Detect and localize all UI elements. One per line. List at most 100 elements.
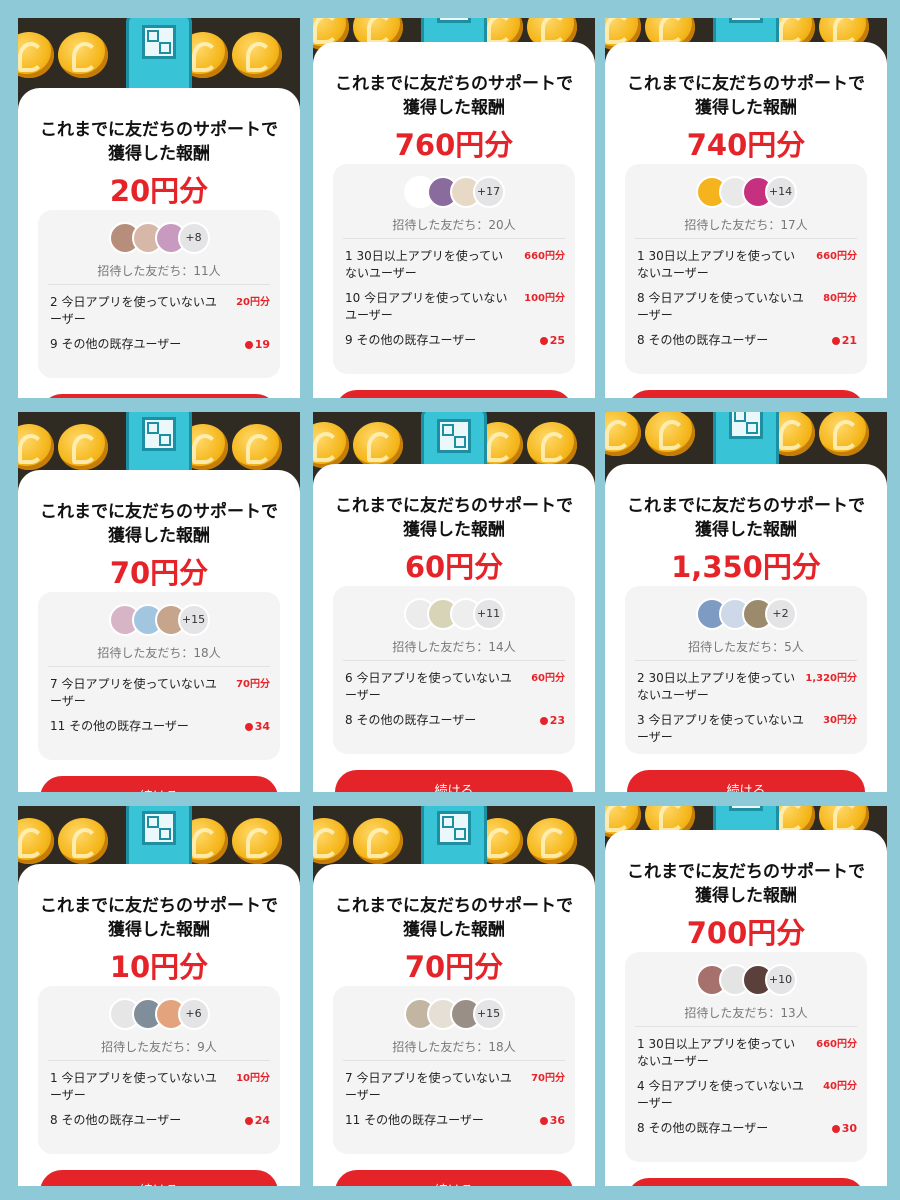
reward-screen-8: これまでに友だちのサポートで獲得した報酬 70円分 +15 招待した友だち：18人 7 … — [313, 806, 595, 1186]
reward-screen-9: これまでに友だちのサポートで獲得した報酬 700円分 +10 招待した友だち：13人 1… — [605, 806, 887, 1186]
reward-row: 1 30日以上アプリを使っていないユーザー 660円分 — [637, 248, 857, 282]
reward-row-label: 3 今日アプリを使っていないユーザー — [637, 713, 804, 744]
reward-row-value: 660円分 — [816, 251, 857, 262]
reward-amount: 60円分 — [404, 550, 504, 584]
continue-button[interactable]: 続ける — [627, 770, 865, 792]
reward-row: 2 30日以上アプリを使っていないユーザー 1,320円分 — [637, 670, 857, 704]
reward-row-value: 660円分 — [816, 1039, 857, 1050]
reward-row-label: 1 30日以上アプリを使っていないユーザー — [345, 249, 504, 280]
more-friends-badge: +10 — [764, 964, 797, 996]
reward-amount: 700円分 — [686, 916, 806, 950]
friend-avatars: +14 — [625, 176, 867, 208]
reward-screen-7: これまでに友だちのサポートで獲得した報酬 10円分 +6 招待した友だち：9人 1 今日… — [18, 806, 300, 1186]
qr-code-icon — [142, 25, 176, 59]
divider — [343, 660, 565, 661]
continue-button[interactable]: 続ける — [627, 390, 865, 398]
coin-icon — [527, 422, 577, 468]
reward-row-label: 11 その他の既存ユーザー — [345, 1113, 484, 1127]
reward-row: 8 その他の既存ユーザー 21 — [637, 332, 857, 349]
reward-title: これまでに友だちのサポートで獲得した報酬 — [335, 896, 573, 940]
continue-button[interactable]: 続ける — [627, 1178, 865, 1186]
divider — [48, 1060, 270, 1061]
more-friends-badge: +8 — [177, 222, 210, 254]
points-value: 21 — [832, 332, 857, 349]
divider — [635, 238, 857, 239]
points-value: 36 — [540, 1112, 565, 1129]
reward-row-value: 60円分 — [531, 673, 565, 684]
friend-avatars: +15 — [38, 604, 280, 636]
continue-button[interactable]: 続ける — [335, 390, 573, 398]
points-value: 19 — [245, 336, 270, 353]
friend-avatars: +10 — [625, 964, 867, 996]
reward-card: これまでに友だちのサポートで獲得した報酬 700円分 +10 招待した友だち：13人 1… — [605, 830, 887, 1186]
reward-row: 7 今日アプリを使っていないユーザー 70円分 — [345, 1070, 565, 1104]
coin-icon — [18, 424, 54, 470]
qr-code-icon — [437, 18, 471, 23]
friend-avatars: +8 — [38, 222, 280, 254]
invited-count: 招待した友だち：13人 — [684, 1006, 808, 1020]
more-friends-badge: +15 — [177, 604, 210, 636]
divider — [343, 238, 565, 239]
qr-code-icon — [437, 811, 471, 845]
reward-amount: 760円分 — [394, 128, 514, 162]
breakdown-panel: +14 招待した友だち：17人 1 30日以上アプリを使っていないユーザー 660円分… — [625, 164, 867, 374]
divider — [635, 1026, 857, 1027]
coin-icon — [353, 422, 403, 468]
qr-code-icon — [437, 419, 471, 453]
more-friends-badge: +15 — [472, 998, 505, 1030]
continue-button[interactable]: 続ける — [335, 770, 573, 792]
reward-card: これまでに友だちのサポートで獲得した報酬 740円分 +14 招待した友だち：17人 1… — [605, 42, 887, 398]
reward-title: これまでに友だちのサポートで獲得した報酬 — [335, 496, 573, 540]
reward-title: これまでに友だちのサポートで獲得した報酬 — [40, 896, 278, 940]
coin-icon — [18, 32, 54, 78]
reward-title: これまでに友だちのサポートで獲得した報酬 — [627, 862, 865, 906]
qr-code-icon — [729, 806, 763, 811]
breakdown-panel: +11 招待した友だち：14人 6 今日アプリを使っていないユーザー 60円分 8 その… — [333, 586, 575, 754]
reward-row: 2 今日アプリを使っていないユーザー 20円分 — [50, 294, 270, 328]
reward-title: これまでに友だちのサポートで獲得した報酬 — [627, 74, 865, 118]
reward-row-value: 40円分 — [823, 1081, 857, 1092]
reward-screen-1: これまでに友だちのサポートで獲得した報酬 20円分 +8 招待した友だち：11人 2 今… — [18, 18, 300, 398]
continue-button[interactable]: 続ける — [335, 1170, 573, 1186]
reward-row-label: 7 今日アプリを使っていないユーザー — [345, 1071, 512, 1102]
reward-row-value: 660円分 — [524, 251, 565, 262]
reward-row-value: 80円分 — [823, 293, 857, 304]
divider — [635, 660, 857, 661]
coin-icon — [645, 412, 695, 456]
friend-avatars: +6 — [38, 998, 280, 1030]
reward-card: これまでに友だちのサポートで獲得した報酬 60円分 +11 招待した友だち：14人 6 … — [313, 464, 595, 792]
invited-count: 招待した友だち：18人 — [392, 1040, 516, 1054]
reward-row-label: 8 その他の既存ユーザー — [637, 1121, 769, 1135]
breakdown-panel: +17 招待した友だち：20人 1 30日以上アプリを使っていないユーザー 660円分… — [333, 164, 575, 374]
reward-title: これまでに友だちのサポートで獲得した報酬 — [40, 120, 278, 164]
reward-row-label: 9 その他の既存ユーザー — [50, 337, 182, 351]
coin-icon — [58, 32, 108, 78]
invited-count: 招待した友だち：18人 — [97, 646, 221, 660]
reward-row-label: 8 今日アプリを使っていないユーザー — [637, 291, 804, 322]
coin-icon — [58, 424, 108, 470]
coin-icon — [353, 818, 403, 864]
reward-screen-2: これまでに友だちのサポートで獲得した報酬 760円分 +17 招待した友だち：20人 1… — [313, 18, 595, 398]
reward-row: 1 30日以上アプリを使っていないユーザー 660円分 — [637, 1036, 857, 1070]
coin-icon — [232, 424, 282, 470]
reward-row-label: 8 その他の既存ユーザー — [50, 1113, 182, 1127]
reward-row-label: 7 今日アプリを使っていないユーザー — [50, 677, 217, 708]
reward-card: これまでに友だちのサポートで獲得した報酬 70円分 +15 招待した友だち：18人 7 … — [18, 470, 300, 792]
reward-row: 9 その他の既存ユーザー 19 — [50, 336, 270, 353]
continue-button[interactable]: 続ける — [40, 394, 278, 398]
continue-button[interactable]: 続ける — [40, 776, 278, 792]
continue-button[interactable]: 続ける — [40, 1170, 278, 1186]
reward-row-label: 10 今日アプリを使っていないユーザー — [345, 291, 508, 322]
reward-row: 11 その他の既存ユーザー 34 — [50, 718, 270, 735]
invited-count: 招待した友だち：5人 — [688, 640, 804, 654]
reward-row-value: 70円分 — [236, 679, 270, 690]
coin-icon — [605, 412, 641, 456]
invited-count: 招待した友だち：17人 — [684, 218, 808, 232]
reward-title: これまでに友だちのサポートで獲得した報酬 — [335, 74, 573, 118]
friend-avatars: +17 — [333, 176, 575, 208]
more-friends-badge: +14 — [764, 176, 797, 208]
reward-row: 1 今日アプリを使っていないユーザー 10円分 — [50, 1070, 270, 1104]
points-value: 30 — [832, 1120, 857, 1137]
reward-row: 6 今日アプリを使っていないユーザー 60円分 — [345, 670, 565, 704]
breakdown-panel: +6 招待した友だち：9人 1 今日アプリを使っていないユーザー 10円分 8 その他の… — [38, 986, 280, 1154]
